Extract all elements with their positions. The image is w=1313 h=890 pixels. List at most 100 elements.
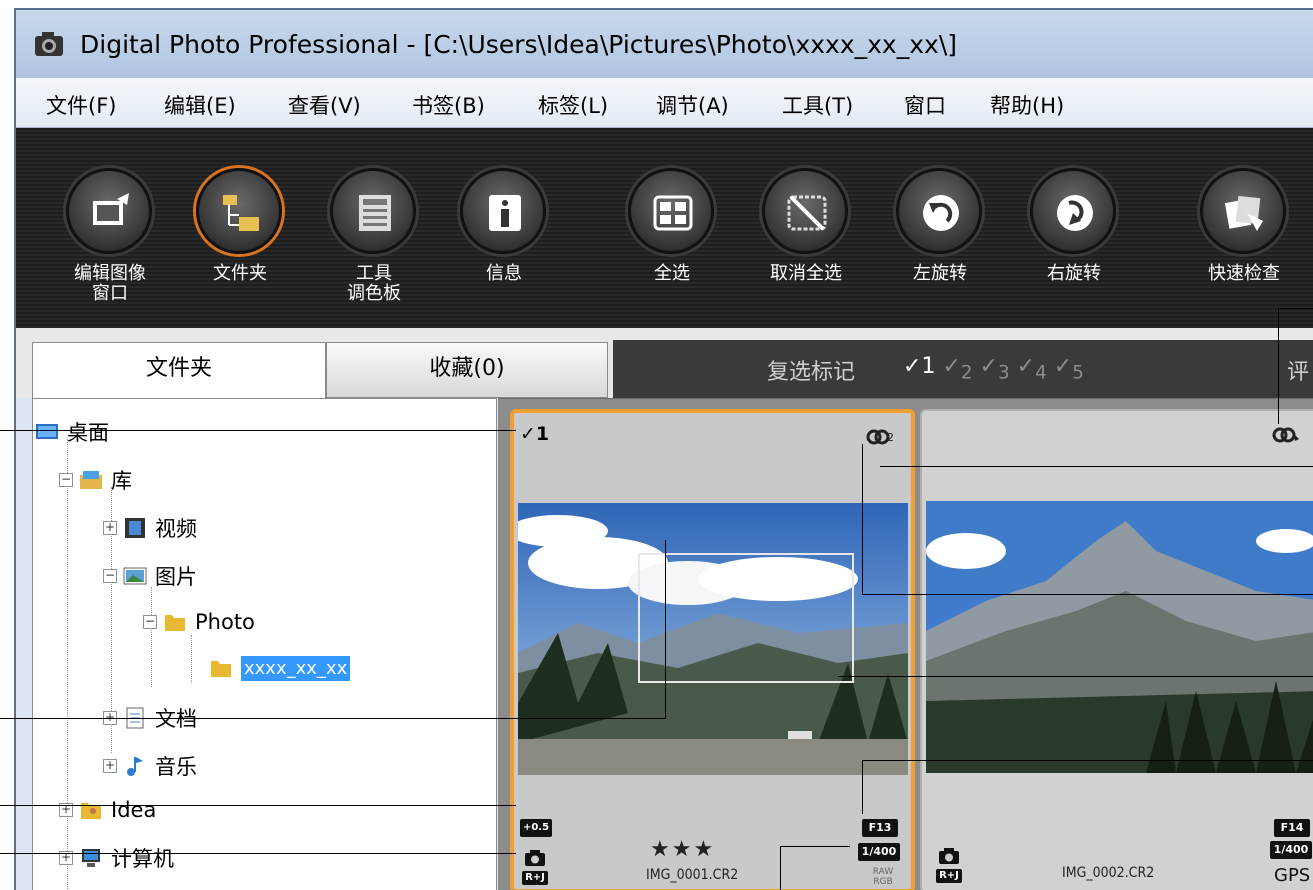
toolbar-label: 文件夹 xyxy=(213,263,267,284)
tree-item-library[interactable]: − 库 xyxy=(59,465,132,497)
camera-app-icon xyxy=(35,32,63,56)
aperture-badge: F14 xyxy=(1274,819,1310,837)
tree-item-music[interactable]: + 音乐 xyxy=(103,751,197,783)
menu-file[interactable]: 文件(F) xyxy=(46,90,116,120)
menu-bookmark[interactable]: 书签(B) xyxy=(412,90,485,120)
user-folder-icon xyxy=(81,803,101,819)
info-button[interactable]: 信息 xyxy=(444,128,564,328)
deselect-all-icon xyxy=(787,195,827,231)
callout-line xyxy=(862,760,1313,761)
expand-toggle[interactable]: + xyxy=(103,521,117,535)
menu-edit[interactable]: 编辑(E) xyxy=(164,90,236,120)
window-title: Digital Photo Professional - [C:\Users\I… xyxy=(80,30,957,59)
select-all-button[interactable]: 全选 xyxy=(612,128,732,328)
computer-icon xyxy=(82,849,100,867)
toolbar-label: 右旋转 xyxy=(1047,263,1101,284)
checkmark-filter-3[interactable]: ✓3 xyxy=(980,354,1010,383)
menu-help[interactable]: 帮助(H) xyxy=(990,90,1064,120)
callout-line xyxy=(862,760,863,814)
expand-toggle[interactable]: + xyxy=(103,759,117,773)
checkmark-filter-5[interactable]: ✓5 xyxy=(1054,354,1084,383)
folder-icon xyxy=(165,615,185,631)
menu-tools[interactable]: 工具(T) xyxy=(782,90,853,120)
tree-item-desktop[interactable]: 桌面 xyxy=(35,417,109,449)
edit-image-window-button[interactable]: 编辑图像 窗口 xyxy=(50,128,170,328)
toolbar-label: 全选 xyxy=(654,263,690,284)
tree-item-photo[interactable]: − Photo xyxy=(143,609,255,641)
thumbnail-img-0002[interactable]: IMG_0002.CR2 R+J F14 1/400 GPS xyxy=(920,409,1313,890)
tree-item-pictures[interactable]: − 图片 xyxy=(103,561,197,593)
title-bar: Digital Photo Professional - [C:\Users\I… xyxy=(16,10,1313,78)
rating-filter-label[interactable]: 评 xyxy=(1287,354,1309,386)
tree-item-video[interactable]: + 视频 xyxy=(103,513,197,545)
toolbar-label: 编辑图像 窗口 xyxy=(74,263,146,304)
raw-jpeg-badge: R+J xyxy=(522,871,548,885)
tool-palette-button[interactable]: 工具 调色板 xyxy=(314,128,434,328)
tree-item-label: 计算机 xyxy=(111,847,174,871)
folder-tree: 桌面 − 库 + 视频 − 图片 − Photo xxxx_xx_xx + 文档 + 音乐 … xyxy=(32,398,497,890)
music-icon xyxy=(127,757,143,776)
photo-preview xyxy=(926,501,1313,773)
menu-label[interactable]: 标签(L) xyxy=(538,90,608,120)
callout-line xyxy=(780,846,781,890)
callout-line xyxy=(838,676,1313,677)
button-circle xyxy=(896,168,982,254)
callout-line xyxy=(780,846,850,847)
thumbnail-img-0001[interactable]: ✓1 2 ★★★ IMG_0001.CR2 +0.5 R+J F13 1/400… xyxy=(510,409,915,890)
panel-tabs: 文件夹 收藏(0) xyxy=(16,328,611,398)
thumbnail-area: ✓1 2 ★★★ IMG_0001.CR2 +0.5 R+J F13 1/400… xyxy=(498,398,1313,890)
photo-preview xyxy=(518,503,908,775)
gps-badge: GPS xyxy=(1274,865,1311,886)
folder-button[interactable]: 文件夹 xyxy=(180,128,300,328)
checkmark-filter-2[interactable]: ✓2 xyxy=(942,354,972,383)
linked-image-icon xyxy=(1272,427,1299,443)
callout-line xyxy=(862,444,863,594)
tree-item-label: 图片 xyxy=(155,565,197,589)
button-circle xyxy=(762,168,848,254)
tree-item-label: 文档 xyxy=(155,707,197,731)
menu-bar: 文件(F) 编辑(E) 查看(V) 书签(B) 标签(L) 调节(A) 工具(T… xyxy=(16,78,1313,128)
collapse-toggle[interactable]: − xyxy=(143,615,157,629)
menu-view[interactable]: 查看(V) xyxy=(288,90,361,120)
callout-line xyxy=(880,466,1313,467)
tree-item-documents[interactable]: + 文档 xyxy=(103,703,197,735)
linked-image-icon: 2 xyxy=(866,429,894,445)
checkmark-filter-1[interactable]: ✓1 xyxy=(903,354,935,379)
aperture-badge: F13 xyxy=(862,819,898,837)
tree-item-xxxx-xx-xx[interactable]: xxxx_xx_xx xyxy=(209,655,351,687)
shutter-speed-badge: 1/400 xyxy=(858,843,900,861)
menu-window[interactable]: 窗口 xyxy=(904,90,946,120)
info-icon xyxy=(489,195,521,231)
rotate-right-button[interactable]: 右旋转 xyxy=(1014,128,1134,328)
tree-item-computer[interactable]: + 计算机 xyxy=(59,843,174,875)
tree-item-idea[interactable]: + Idea xyxy=(59,797,156,829)
checkmark-bar-background: 复选标记 ✓1 ✓2 ✓3 ✓4 ✓5 评 xyxy=(613,340,1313,398)
callout-line xyxy=(862,594,1313,595)
raw-label: RAW xyxy=(872,867,894,877)
callout-line xyxy=(0,853,516,854)
callout-line xyxy=(1278,308,1279,424)
toolbar-label: 工具 调色板 xyxy=(347,263,401,304)
button-circle xyxy=(1200,168,1286,254)
checkmark-filter-4[interactable]: ✓4 xyxy=(1017,354,1047,383)
raw-jpeg-badge: R+J xyxy=(936,869,962,883)
tab-favorites[interactable]: 收藏(0) xyxy=(326,342,608,398)
menu-adjust[interactable]: 调节(A) xyxy=(656,90,729,120)
focus-area-frame xyxy=(638,553,854,683)
quick-check-button[interactable]: 快速检查 xyxy=(1184,128,1304,328)
rotate-right-icon xyxy=(1057,195,1093,231)
rotate-left-button[interactable]: 左旋转 xyxy=(880,128,1000,328)
tree-item-label-selected: xxxx_xx_xx xyxy=(241,655,351,681)
svg-text:2: 2 xyxy=(887,431,894,444)
collapse-toggle[interactable]: − xyxy=(59,473,73,487)
callout-line xyxy=(665,540,666,718)
toolbar-label: 快速检查 xyxy=(1208,263,1280,284)
select-all-icon xyxy=(653,195,693,231)
deselect-all-button[interactable]: 取消全选 xyxy=(746,128,866,328)
collapse-toggle[interactable]: − xyxy=(103,569,117,583)
tab-folder[interactable]: 文件夹 xyxy=(32,342,326,398)
video-icon xyxy=(125,518,145,538)
shutter-speed-badge: 1/400 xyxy=(1270,841,1312,859)
tree-item-label: Photo xyxy=(195,610,255,634)
tree-item-label: 桌面 xyxy=(67,421,109,445)
